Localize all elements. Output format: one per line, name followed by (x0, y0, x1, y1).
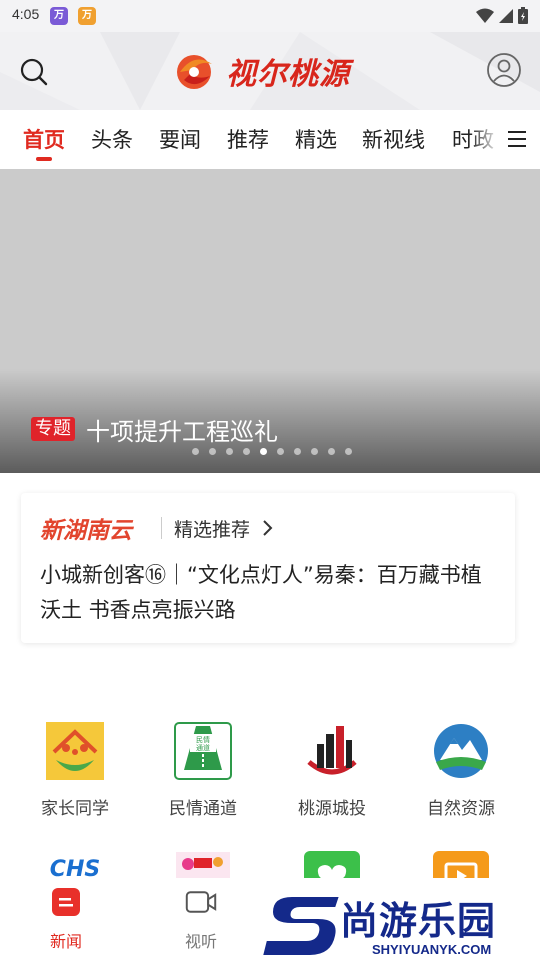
carousel-dot[interactable] (277, 448, 284, 455)
service-city-investment[interactable]: 桃源城投 (277, 722, 387, 819)
service-label: 民情通道 (169, 799, 237, 819)
app-logo: 视尔桃源 (172, 46, 372, 96)
svg-text:民情: 民情 (196, 735, 210, 744)
buildings-icon (307, 726, 357, 775)
logo-emblem-icon (177, 55, 212, 89)
banner-tag: 专题 (31, 417, 75, 441)
service-label: 家长同学 (41, 799, 109, 819)
watermark-title: 尚游乐园 (340, 899, 497, 943)
notification-app-icon: 万 (78, 7, 96, 25)
carousel-indicator (192, 448, 352, 455)
tab-featured[interactable]: 精选 (295, 124, 337, 154)
service-family[interactable]: 家长同学 (20, 722, 130, 819)
carousel-dot[interactable] (226, 448, 233, 455)
video-camera-icon (185, 891, 217, 913)
tab-new-vision[interactable]: 新视线 (362, 124, 425, 154)
category-tabs: 首页 头条 要闻 推荐 精选 新视线 时政 (0, 110, 540, 168)
road-icon: 民情 通道 (174, 722, 232, 780)
user-icon[interactable] (486, 52, 522, 88)
signal-icon (499, 8, 513, 23)
logo-text: 视尔桃源 (226, 57, 350, 92)
carousel-dot[interactable] (243, 448, 250, 455)
nav-label: 视听 (184, 932, 217, 951)
nav-audiovisual[interactable]: 视听 (161, 886, 241, 952)
card-brand-logo: 新湖南云 (40, 518, 132, 544)
wifi-icon (476, 8, 494, 23)
active-tab-indicator (36, 157, 52, 161)
carousel-dot[interactable] (209, 448, 216, 455)
carousel-dot-active[interactable] (260, 448, 267, 455)
status-time: 4:05 (12, 6, 40, 22)
banner-carousel[interactable]: 专题 十项提升工程巡礼 (0, 169, 540, 473)
tab-home[interactable]: 首页 (23, 124, 65, 154)
service-natural-resources[interactable]: 自然资源 (406, 722, 516, 819)
carousel-dot[interactable] (311, 448, 318, 455)
divider (161, 517, 162, 539)
service-label: 桃源城投 (298, 799, 366, 819)
service-public-channel[interactable]: 民情 通道 民情通道 (148, 722, 258, 819)
watermark: 尚游乐园 SHYIYUANYK.COM (262, 890, 540, 960)
svg-text:通道: 通道 (196, 743, 210, 752)
recommend-card[interactable]: 新湖南云 精选推荐 小城新创客⑯｜“文化点灯人”易秦：百万藏书植沃土 书香点亮振… (21, 493, 515, 643)
app-header: 视尔桃源 (0, 32, 540, 110)
menu-icon[interactable] (496, 110, 540, 168)
banner-title[interactable]: 十项提升工程巡礼 (86, 412, 278, 447)
family-icon (46, 722, 104, 780)
nav-label: 新闻 (49, 932, 82, 951)
search-icon[interactable] (18, 56, 50, 88)
notification-app-icon: 万 (50, 7, 68, 25)
battery-icon (518, 7, 528, 24)
tab-news[interactable]: 要闻 (159, 124, 201, 154)
news-icon (52, 888, 80, 916)
service-label: 自然资源 (427, 799, 495, 819)
carousel-dot[interactable] (328, 448, 335, 455)
card-headline[interactable]: 小城新创客⑯｜“文化点灯人”易秦：百万藏书植沃土 书香点亮振兴路 (40, 558, 500, 628)
watermark-s-logo (262, 895, 342, 957)
tab-recommended[interactable]: 推荐 (227, 124, 269, 154)
watermark-url: SHYIYUANYK.COM (372, 942, 492, 957)
nav-news[interactable]: 新闻 (26, 886, 106, 952)
carousel-dot[interactable] (294, 448, 301, 455)
card-section-label[interactable]: 精选推荐 (174, 515, 250, 542)
mountain-icon (434, 724, 488, 778)
status-indicators (476, 7, 528, 24)
status-bar: 4:05 万 万 (0, 0, 540, 32)
carousel-dot[interactable] (345, 448, 352, 455)
chevron-right-icon[interactable] (261, 519, 273, 537)
tab-headlines[interactable]: 头条 (91, 124, 133, 154)
carousel-dot[interactable] (192, 448, 199, 455)
